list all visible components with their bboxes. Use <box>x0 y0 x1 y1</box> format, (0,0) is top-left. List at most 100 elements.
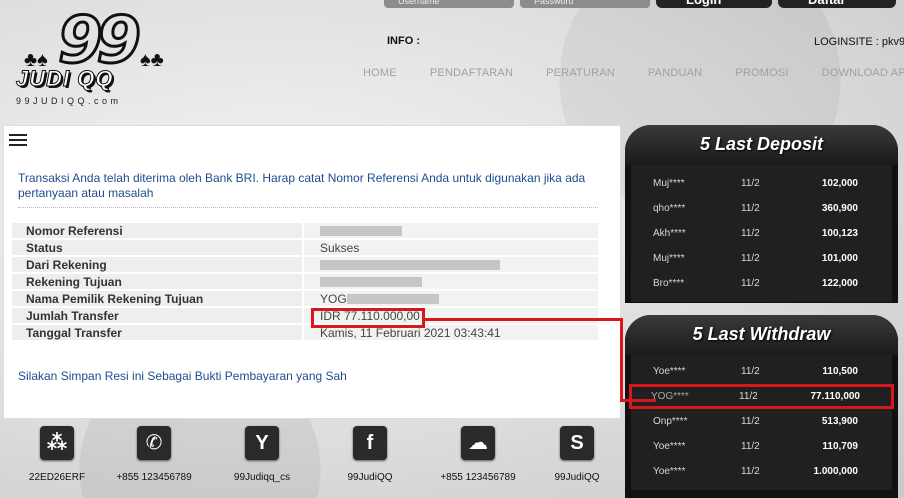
row-value-redacted <box>302 274 598 289</box>
amount: 100,123 <box>821 228 858 239</box>
row-key: Dari Rekening <box>12 257 302 272</box>
deposit-title: 5 Last Deposit <box>625 125 898 165</box>
username-input[interactable]: Username <box>384 0 514 8</box>
highlighted-list-item: YOG**** 11/2 77.110,000 <box>629 384 894 409</box>
date: 11/2 <box>741 253 760 264</box>
deposit-list: Muj**** 11/2 102,000 qho**** 11/2 360,900 Ak… <box>631 165 892 302</box>
player-name: qho**** <box>653 203 686 214</box>
row-key: Tanggal Transfer <box>12 325 302 340</box>
player-name: Akh**** <box>653 228 686 239</box>
blackberry-icon: ⁂ <box>40 426 74 460</box>
row-key: Rekening Tujuan <box>12 274 302 289</box>
player-name: Yoe**** <box>653 366 686 377</box>
site-logo[interactable]: 99 ♣♠ ♠♣ JUDI QQ 99JUDIQQ.com <box>12 3 172 108</box>
nav-peraturan[interactable]: PERATURAN <box>546 67 615 79</box>
date: 11/2 <box>741 278 760 289</box>
row-key: Nama Pemilik Rekening Tujuan <box>12 291 302 306</box>
amount: 77.110,000 <box>810 391 861 402</box>
amount: 360,900 <box>821 203 858 214</box>
date: 11/2 <box>741 441 760 452</box>
row-key: Status <box>12 240 302 255</box>
table-row: Rekening Tujuan <box>12 274 598 289</box>
logo-word: JUDI QQ <box>15 66 114 92</box>
amount: 1.000,000 <box>813 466 859 477</box>
logo-sub: 99JUDIQQ.com <box>16 96 122 106</box>
list-item: Onp**** 11/2 513,900 <box>631 409 892 434</box>
player-name: Yoe**** <box>653 466 686 477</box>
list-item: Muj**** 11/2 102,000 <box>631 171 892 196</box>
save-receipt-note: Silakan Simpan Resi ini Sebagai Bukti Pe… <box>18 369 347 383</box>
list-item: Akh**** 11/2 100,123 <box>631 221 892 246</box>
date: 11/2 <box>739 391 758 402</box>
withdraw-list: Yoe**** 11/2 110,500 YOG**** 11/2 77.110,000… <box>629 355 894 490</box>
row-value-redacted <box>302 223 598 238</box>
annotation-connector <box>620 318 623 402</box>
contact-phone[interactable]: ✆ +855 123456789 <box>99 426 209 483</box>
facebook-icon: f <box>353 426 387 460</box>
contact-wechat[interactable]: ☁ +855 123456789 <box>423 426 533 483</box>
last-deposit-box: 5 Last Deposit Muj**** 11/2 102,000 qho***… <box>625 125 898 303</box>
list-item: Muj**** 11/2 101,000 <box>631 246 892 271</box>
amount: 101,000 <box>821 253 858 264</box>
info-label: INFO : <box>387 35 420 47</box>
withdraw-title: 5 Last Withdraw <box>625 315 898 355</box>
contact-label: +855 123456789 <box>440 472 516 483</box>
row-value-redacted <box>302 257 598 272</box>
nav-promosi[interactable]: PROMOSI <box>735 67 788 79</box>
player-name: Muj**** <box>653 253 685 264</box>
contact-label: 99JudiQQ <box>554 472 600 483</box>
row-key: Jumlah Transfer <box>12 308 302 323</box>
list-item: qho**** 11/2 360,900 <box>631 196 892 221</box>
list-item: Yoe**** 11/2 110,500 <box>631 359 892 384</box>
list-item: Yoe**** 11/2 110,709 <box>631 434 892 459</box>
last-withdraw-box: 5 Last Withdraw Yoe**** 11/2 110,500 YOG**… <box>625 315 898 498</box>
password-input[interactable]: Password <box>520 0 650 8</box>
row-key: Nomor Referensi <box>12 223 302 238</box>
contact-yahoo[interactable]: Y 99Judiqq_cs <box>207 426 317 483</box>
list-item: Bro**** 11/2 122,000 <box>631 271 892 296</box>
spade-icon: ♠♣ <box>140 49 164 71</box>
amount: 122,000 <box>821 278 858 289</box>
amount-highlight-box <box>311 308 425 328</box>
nav-pendaftaran[interactable]: PENDAFTARAN <box>430 67 513 79</box>
login-bar: Username Password Login Daftar <box>384 0 896 8</box>
skype-icon: S <box>560 426 594 460</box>
list-item: Yoe**** 11/2 1.000,000 <box>631 459 892 484</box>
amount: 110,709 <box>822 441 858 452</box>
player-name: Muj**** <box>653 178 685 189</box>
contact-facebook[interactable]: f 99JudiQQ <box>315 426 425 483</box>
daftar-button[interactable]: Daftar <box>778 0 896 8</box>
amount: 110,500 <box>822 366 858 377</box>
contact-skype[interactable]: S 99JudiQQ <box>522 426 632 483</box>
annotation-connector <box>425 318 623 321</box>
table-row: Nomor Referensi <box>12 223 598 238</box>
login-button[interactable]: Login <box>656 0 772 8</box>
amount: 513,900 <box>821 416 858 427</box>
nav-panduan[interactable]: PANDUAN <box>648 67 702 79</box>
table-row: Nama Pemilik Rekening Tujuan YOG <box>12 291 598 306</box>
date: 11/2 <box>741 416 760 427</box>
wechat-icon: ☁ <box>461 426 495 460</box>
main-nav: HOME PENDAFTARAN PERATURAN PANDUAN PROMO… <box>363 67 904 79</box>
player-name: Yoe**** <box>653 441 686 452</box>
contact-label: +855 123456789 <box>116 472 192 483</box>
contact-label: 22ED26ERF <box>28 472 86 483</box>
recipient-name: YOG <box>320 291 347 306</box>
player-name: Onp**** <box>653 416 688 427</box>
nav-home[interactable]: HOME <box>363 67 397 79</box>
transaction-table: Nomor Referensi Status Sukses Dari Reken… <box>12 221 598 342</box>
contact-label: 99JudiQQ <box>347 472 393 483</box>
yahoo-icon: Y <box>245 426 279 460</box>
hamburger-menu-icon[interactable] <box>9 134 27 149</box>
nav-download-apk[interactable]: DOWNLOAD APK <box>822 67 904 79</box>
contact-blackberry[interactable]: ⁂ 22ED26ERF <box>2 426 112 483</box>
loginsite-label: LOGINSITE : pkv9 <box>814 36 904 48</box>
transaction-message: Transaksi Anda telah diterima oleh Bank … <box>18 171 598 208</box>
date: 11/2 <box>741 366 760 377</box>
table-row: Status Sukses <box>12 240 598 255</box>
transaction-panel: Transaksi Anda telah diterima oleh Bank … <box>3 125 621 419</box>
phone-icon: ✆ <box>137 426 171 460</box>
date: 11/2 <box>741 203 760 214</box>
table-row: Tanggal Transfer Kamis, 11 Februari 2021… <box>12 325 598 340</box>
row-value: YOG <box>302 291 598 306</box>
